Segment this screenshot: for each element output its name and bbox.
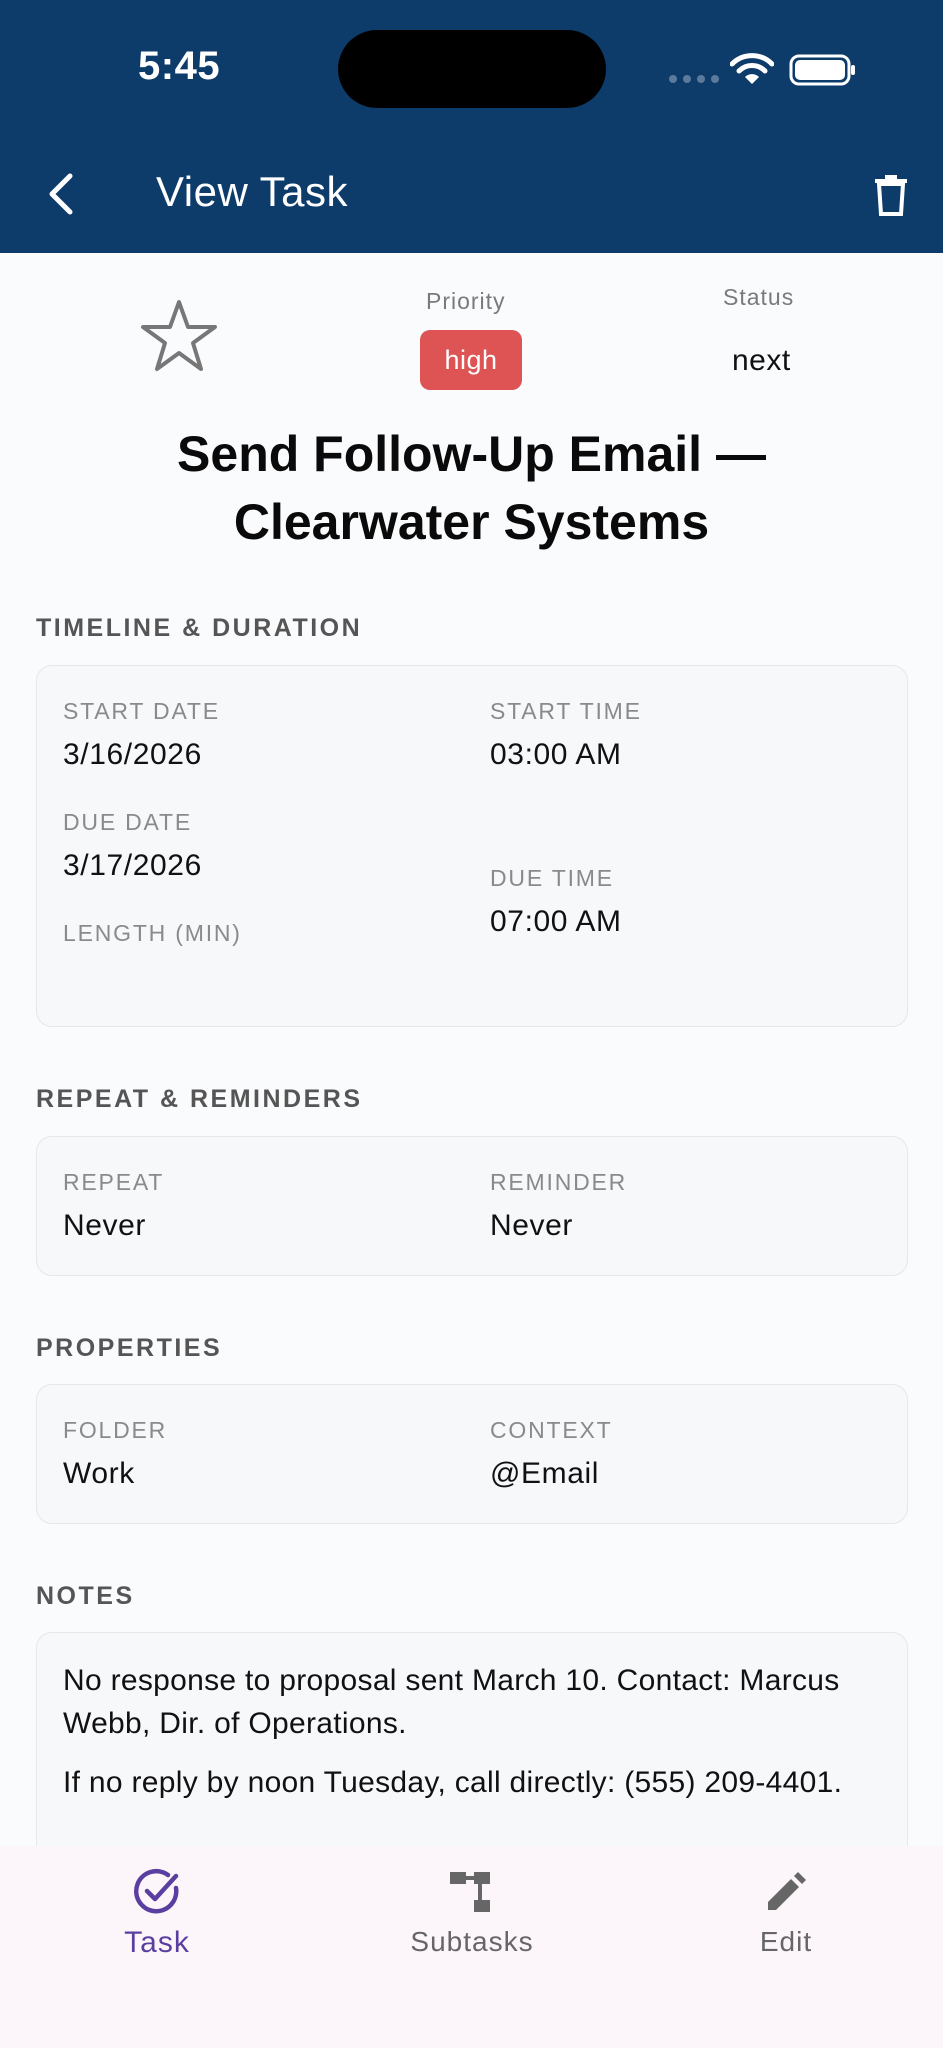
due-time-label: DUE TIME — [490, 865, 614, 891]
notes-paragraph: No response to proposal sent March 10. C… — [63, 1664, 840, 1740]
repeat-card: REPEAT Never REMINDER Never — [36, 1136, 908, 1276]
start-time-value: 03:00 AM — [490, 738, 622, 771]
notes-section-heading: NOTES — [36, 1582, 135, 1610]
status-time: 5:45 — [138, 44, 221, 88]
repeat-section-heading: REPEAT & REMINDERS — [36, 1085, 363, 1113]
check-circle-icon — [134, 1868, 179, 1914]
priority-badge: high — [420, 330, 522, 390]
task-title: Send Follow-Up Email — Clearwater System… — [177, 426, 766, 550]
timeline-section-heading: TIMELINE & DURATION — [36, 614, 363, 642]
folder-value: Work — [63, 1457, 135, 1490]
reminder-label: REMINDER — [490, 1169, 628, 1195]
reminder-value: Never — [490, 1209, 574, 1242]
properties-card: FOLDER Work CONTEXT @Email — [36, 1384, 908, 1524]
tab-subtasks[interactable]: Subtasks — [372, 1866, 572, 1958]
due-date-value: 3/17/2026 — [63, 849, 202, 882]
due-date-label: DUE DATE — [63, 809, 192, 835]
tab-label: Subtasks — [410, 1926, 534, 1957]
wifi-icon — [730, 53, 774, 84]
tab-edit[interactable]: Edit — [686, 1866, 886, 1958]
due-time-value: 07:00 AM — [490, 905, 622, 938]
tab-label: Edit — [759, 1926, 813, 1957]
context-label: CONTEXT — [490, 1417, 613, 1443]
bottom-tab-bar: Task Subtasks Edit — [0, 1846, 943, 2048]
delete-button[interactable] — [862, 166, 920, 224]
tab-label: Task — [124, 1926, 190, 1959]
repeat-label: REPEAT — [63, 1169, 165, 1195]
status-label: Status — [723, 284, 795, 310]
back-button[interactable] — [36, 164, 86, 224]
hierarchy-icon — [450, 1872, 490, 1912]
timeline-card: START DATE 3/16/2026 START TIME 03:00 AM… — [36, 665, 908, 1027]
battery-icon — [789, 54, 855, 86]
folder-label: FOLDER — [63, 1417, 168, 1443]
notes-paragraph: If no reply by noon Tuesday, call direct… — [63, 1766, 843, 1799]
context-value: @Email — [490, 1457, 600, 1490]
length-label: LENGTH (MIN) — [63, 920, 242, 946]
chevron-left-icon — [49, 173, 73, 215]
task-view-screen: 5:45 View Task Priority high Status next… — [0, 0, 943, 2048]
priority-label: Priority — [426, 288, 506, 314]
tab-task[interactable]: Task — [57, 1866, 257, 1960]
status-value: next — [732, 344, 791, 377]
trash-icon — [875, 175, 907, 216]
start-date-value: 3/16/2026 — [63, 738, 202, 771]
pencil-icon — [768, 1872, 806, 1910]
page-title: View Task — [156, 168, 349, 215]
dynamic-island — [338, 30, 606, 108]
properties-section-heading: PROPERTIES — [36, 1334, 223, 1362]
start-date-label: START DATE — [63, 698, 220, 724]
app-header: 5:45 View Task — [0, 0, 943, 253]
start-time-label: START TIME — [490, 698, 642, 724]
repeat-value: Never — [63, 1209, 147, 1242]
cellular-signal-icon — [669, 75, 719, 83]
favorite-star-icon[interactable] — [140, 298, 218, 372]
